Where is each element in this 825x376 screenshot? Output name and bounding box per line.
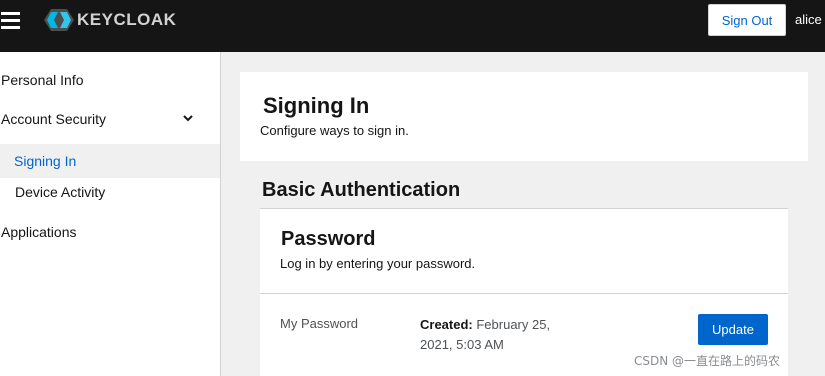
keycloak-logo-icon <box>44 9 74 31</box>
sidebar-item-label: Account Security <box>1 111 107 127</box>
sidebar-item-signing-in[interactable]: Signing In <box>0 144 220 178</box>
brand-name: KEYCLOAK <box>77 10 177 29</box>
hamburger-menu-icon[interactable] <box>1 11 21 29</box>
password-card: Password Log in by entering your passwor… <box>260 208 788 376</box>
chevron-down-icon <box>183 115 193 122</box>
username-menu[interactable]: alice <box>795 12 822 27</box>
password-title: Password <box>281 228 376 250</box>
sidebar-item-account-security[interactable]: Account Security <box>0 111 220 131</box>
sidebar-item-device-activity[interactable]: Device Activity <box>0 184 220 200</box>
password-description: Log in by entering your password. <box>280 256 476 271</box>
update-password-button[interactable]: Update <box>698 314 768 345</box>
hamburger-line <box>1 12 20 15</box>
sidebar-nav: Personal Info Account Security Signing I… <box>0 52 220 376</box>
page-subtitle: Configure ways to sign in. <box>260 123 409 138</box>
sidebar-item-personal-info[interactable]: Personal Info <box>0 72 220 88</box>
masthead: KEYCLOAK Sign Out alice <box>0 0 825 52</box>
card-divider <box>260 293 788 294</box>
credential-created: Created: February 25, 2021, 5:03 AM <box>420 315 560 355</box>
page-header-card: Signing In Configure ways to sign in. <box>240 72 808 161</box>
hamburger-line <box>1 26 20 29</box>
created-label: Created: <box>420 317 473 332</box>
brand-logo[interactable]: KEYCLOAK <box>44 8 176 32</box>
sidebar-item-applications[interactable]: Applications <box>0 224 220 240</box>
page-title: Signing In <box>263 93 370 118</box>
section-title: Basic Authentication <box>262 179 461 201</box>
sidebar-divider <box>220 52 221 376</box>
sign-out-button[interactable]: Sign Out <box>708 4 786 36</box>
hamburger-line <box>1 19 20 22</box>
credential-label: My Password <box>280 316 359 331</box>
watermark: CSDN @一直在路上的码农 <box>634 354 781 368</box>
